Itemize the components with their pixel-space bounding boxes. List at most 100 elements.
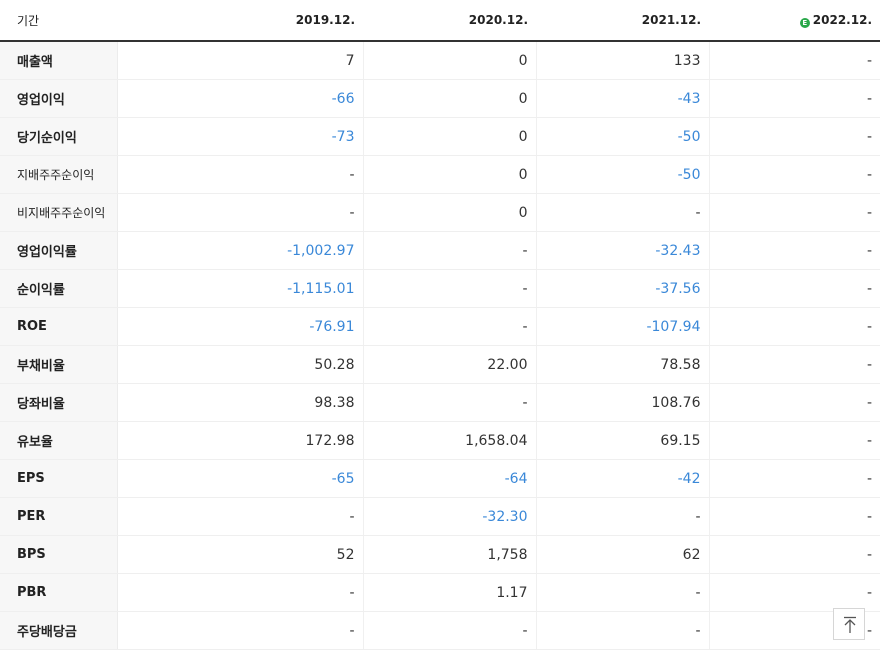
column-header-2021: 2021.12. xyxy=(536,0,709,42)
table-row: 비지배주주순이익 -0- - xyxy=(0,193,880,232)
row-label: PBR xyxy=(0,573,118,612)
value-cell: - xyxy=(363,611,537,650)
row-label: BPS xyxy=(0,535,118,574)
column-header-2022-label: 2022.12. xyxy=(812,12,872,27)
row-label: ROE xyxy=(0,307,118,346)
table-row: 매출액 7 0 133- xyxy=(0,41,880,80)
value-cell: - xyxy=(363,231,537,270)
table-row: PBR -1.17- - xyxy=(0,573,880,612)
value-cell: -65 xyxy=(117,459,364,498)
table-row: ROE -76.91- -107.94- xyxy=(0,307,880,346)
table-row: 영업이익 -66 0 -43- xyxy=(0,79,880,118)
value-cell: 98.38 xyxy=(117,383,364,422)
value-cell: -107.94 xyxy=(536,307,710,346)
table-row: 당기순이익 -73 0 -50- xyxy=(0,117,880,156)
value-cell: -73 xyxy=(117,117,364,156)
value-cell: - xyxy=(709,421,880,460)
value-cell: - xyxy=(709,193,880,232)
value-cell: - xyxy=(709,535,880,574)
value-cell: 50.28 xyxy=(117,345,364,384)
value-cell: 0 xyxy=(363,117,537,156)
column-header-2019: 2019.12. xyxy=(117,0,363,42)
row-label: 매출액 xyxy=(0,41,118,80)
value-cell: -1,115.01 xyxy=(117,269,364,308)
header-row: 기간 2019.12. 2020.12. 2021.12. E 2022.12. xyxy=(0,0,880,42)
value-cell: - xyxy=(536,193,710,232)
value-cell: - xyxy=(709,459,880,498)
value-cell: 0 xyxy=(363,79,537,118)
table-row: 순이익률 -1,115.01- -37.56- xyxy=(0,269,880,308)
value-cell: -50 xyxy=(536,155,710,194)
value-cell: -76.91 xyxy=(117,307,364,346)
value-cell: - xyxy=(709,155,880,194)
period-header: 기간 xyxy=(0,0,117,42)
arrow-up-to-top-icon xyxy=(844,616,856,633)
value-cell: - xyxy=(709,79,880,118)
value-cell: - xyxy=(709,497,880,536)
row-label: 영업이익 xyxy=(0,79,118,118)
value-cell: 1.17 xyxy=(363,573,537,612)
column-header-2022: E 2022.12. xyxy=(709,0,880,42)
table-row: EPS -65 -64 -42- xyxy=(0,459,880,498)
table-row: BPS 52 1,758 62- xyxy=(0,535,880,574)
value-cell: - xyxy=(536,497,710,536)
row-label: PER xyxy=(0,497,118,536)
value-cell: -32.30 xyxy=(363,497,537,536)
value-cell: -1,002.97 xyxy=(117,231,364,270)
row-label: 당기순이익 xyxy=(0,117,118,156)
table-row: PER - -32.30- - xyxy=(0,497,880,536)
table-row: 영업이익률 -1,002.97- -32.43- xyxy=(0,231,880,270)
row-label: 영업이익률 xyxy=(0,231,118,270)
value-cell: 133 xyxy=(536,41,710,80)
value-cell: - xyxy=(709,231,880,270)
table-row: 당좌비율 98.38-108.76- xyxy=(0,383,880,422)
value-cell: - xyxy=(709,307,880,346)
value-cell: - xyxy=(117,193,364,232)
row-label: 부채비율 xyxy=(0,345,118,384)
value-cell: - xyxy=(709,269,880,308)
value-cell: - xyxy=(709,383,880,422)
value-cell: -32.43 xyxy=(536,231,710,270)
value-cell: 0 xyxy=(363,155,537,194)
value-cell: -66 xyxy=(117,79,364,118)
value-cell: 62 xyxy=(536,535,710,574)
row-label: 지배주주순이익 xyxy=(0,155,118,194)
value-cell: - xyxy=(117,155,364,194)
value-cell: - xyxy=(536,611,710,650)
value-cell: 22.00 xyxy=(363,345,537,384)
value-cell: - xyxy=(363,307,537,346)
financial-summary-table: 기간 2019.12. 2020.12. 2021.12. E 2022.12. … xyxy=(0,0,880,650)
row-label: 비지배주주순이익 xyxy=(0,193,118,232)
table-row: 유보율 172.98 1,658.04 69.15- xyxy=(0,421,880,460)
value-cell: 172.98 xyxy=(117,421,364,460)
value-cell: - xyxy=(117,573,364,612)
value-cell: 0 xyxy=(363,41,537,80)
scroll-to-top-button[interactable] xyxy=(833,608,865,640)
value-cell: -64 xyxy=(363,459,537,498)
value-cell: 7 xyxy=(117,41,364,80)
row-label: EPS xyxy=(0,459,118,498)
value-cell: -50 xyxy=(536,117,710,156)
value-cell: 0 xyxy=(363,193,537,232)
value-cell: -43 xyxy=(536,79,710,118)
table-row: 지배주주순이익 -0 -50- xyxy=(0,155,880,194)
estimate-badge-icon: E xyxy=(799,17,810,28)
value-cell: - xyxy=(709,573,880,612)
value-cell: - xyxy=(709,117,880,156)
value-cell: 1,658.04 xyxy=(363,421,537,460)
row-label: 순이익률 xyxy=(0,269,118,308)
table-row: 부채비율 50.28 22.00 78.58- xyxy=(0,345,880,384)
table-row: 주당배당금 - - - - xyxy=(0,611,880,650)
value-cell: 52 xyxy=(117,535,364,574)
value-cell: 1,758 xyxy=(363,535,537,574)
value-cell: -37.56 xyxy=(536,269,710,308)
value-cell: - xyxy=(709,345,880,384)
row-label: 유보율 xyxy=(0,421,118,460)
value-cell: - xyxy=(363,269,537,308)
row-label: 주당배당금 xyxy=(0,611,118,650)
value-cell: 78.58 xyxy=(536,345,710,384)
value-cell: - xyxy=(536,573,710,612)
value-cell: - xyxy=(709,41,880,80)
row-label: 당좌비율 xyxy=(0,383,118,422)
value-cell: - xyxy=(117,497,364,536)
